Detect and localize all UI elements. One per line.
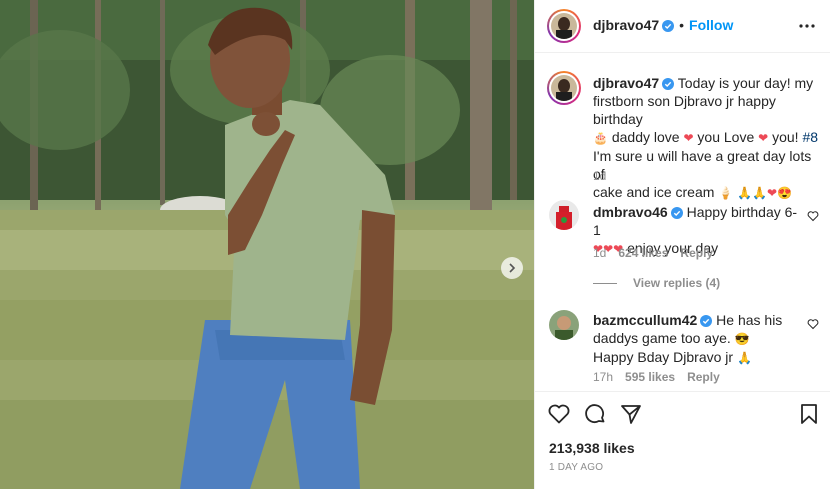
view-replies-line [593,283,617,285]
caption-line-5: cake and ice cream [593,184,715,200]
reply-button[interactable]: Reply [680,246,713,260]
praying-hands-emoji-icon: 🙏 [737,186,753,200]
hashtag-link[interactable]: #8 [802,129,818,145]
heart-outline-icon [548,404,570,424]
bookmark-icon [801,404,817,424]
commenter-avatar[interactable] [549,200,579,230]
caption-username[interactable]: djbravo47 [593,75,659,91]
comment-likes[interactable]: 595 likes [625,370,675,384]
heart-eyes-emoji-icon: 😍 [777,186,793,200]
post-timestamp[interactable]: 1 DAY AGO [549,462,603,473]
next-photo-button[interactable] [501,257,523,279]
verified-badge-icon [700,315,713,327]
post-side-panel: djbravo47 • Follow djbravo47 Today is your… [534,0,830,489]
comment-likes[interactable]: 624 likes [618,246,668,260]
red-heart-icon: ❤ [683,131,694,145]
comment-text-1: He has his [716,312,783,328]
verified-badge-icon [670,207,683,219]
comment-username[interactable]: dmbravo46 [593,204,668,220]
ellipsis-icon[interactable] [797,16,817,36]
comment-like-icon[interactable] [807,210,819,222]
post-caption: djbravo47 Today is your day! my firstbor… [593,74,821,202]
header-user-row: djbravo47 • Follow [593,17,733,33]
praying-hands-emoji-icon: 🙏 [736,351,752,365]
caption-line-3a: daddy love [611,129,680,145]
photo-illustration [0,0,534,489]
comment-age: 1d [593,246,607,260]
red-heart-icon: ❤ [767,186,778,200]
comment-meta: 1d 624 likes Reply [593,246,725,260]
comment-bubble-icon [585,404,605,423]
paper-plane-icon [621,405,641,424]
view-replies-button[interactable]: View replies (4) [593,276,720,290]
comments-list[interactable]: djbravo47 Today is your day! my firstbor… [535,53,830,391]
sunglasses-emoji-icon: 😎 [734,332,750,346]
comment-age: 17h [593,370,614,384]
post-actions: 213,938 likes 1 DAY AGO [535,391,830,489]
share-button[interactable] [617,400,645,428]
commenter-avatar[interactable] [549,310,579,340]
instagram-post: djbravo47 • Follow djbravo47 Today is your… [0,0,830,489]
red-heart-icon: ❤ [758,131,769,145]
caption-avatar-image [551,75,577,101]
caption-age: 1d [593,169,607,183]
reply-button[interactable]: Reply [687,370,720,384]
author-avatar-image [551,13,577,39]
caption-line-1: Today is your day! my [677,75,814,91]
view-replies-label: View replies (4) [633,276,721,290]
author-username[interactable]: djbravo47 [593,17,659,33]
comment-button[interactable] [581,400,609,428]
post-like-count[interactable]: 213,938 likes [549,440,635,456]
post-photo[interactable] [0,0,534,489]
post-header: djbravo47 • Follow [535,0,830,53]
comment-text-2: daddys game too aye. [593,330,731,346]
save-button[interactable] [795,400,823,428]
verified-badge-icon [662,78,675,90]
comment-text-3: Happy Bday Djbravo jr [593,349,734,365]
caption-meta: 1d [593,169,618,183]
caption-line-2: firstborn son Djbravo jr happy birthday [593,93,776,127]
comment-meta: 17h 595 likes Reply [593,370,732,384]
ice-cream-emoji-icon: 🍦 [718,186,734,200]
comment: bazmccullum42 He has his daddys game too… [593,311,801,367]
verified-badge-icon [662,20,675,32]
author-avatar[interactable] [547,9,581,43]
follow-button[interactable]: Follow [689,17,733,33]
comment-username[interactable]: bazmccullum42 [593,312,697,328]
praying-hands-emoji-icon: 🙏 [752,186,768,200]
cake-emoji-icon: 🎂 [593,131,608,145]
caption-line-4: I'm sure u will have a great day lots of [593,148,812,182]
like-button[interactable] [545,400,573,428]
caption-line-3c: you! [772,129,799,145]
chevron-right-icon [509,263,516,273]
header-separator: • [679,17,685,33]
caption-line-3b: you Love [697,129,755,145]
caption-avatar[interactable] [547,71,581,105]
comment-like-icon[interactable] [807,318,819,330]
